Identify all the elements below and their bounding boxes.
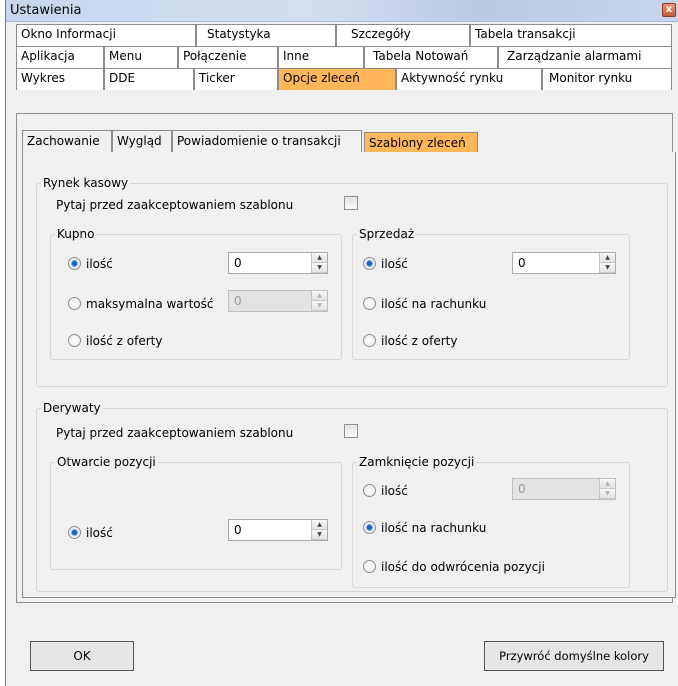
buy-qty-label: ilość — [86, 257, 113, 271]
buy-qty-arrows[interactable]: ▲ ▼ — [311, 253, 327, 273]
buy-offer-label: ilość z oferty — [86, 334, 163, 348]
chevron-up-icon[interactable]: ▲ — [600, 253, 615, 263]
restore-defaults-button[interactable]: Przywróć domyślne kolory — [484, 641, 664, 671]
sell-qty-stepper[interactable]: 0 ▲ ▼ — [512, 252, 616, 274]
buy-max-label: maksymalna wartość — [86, 297, 214, 311]
buy-title: Kupno — [55, 227, 97, 241]
buy-max-arrows: ▲ ▼ — [311, 291, 327, 311]
deriv-confirm-checkbox[interactable] — [344, 424, 358, 438]
tab-polaczenie[interactable]: Połączenie — [178, 46, 278, 68]
sell-account-label: ilość na rachunku — [381, 297, 487, 311]
tab-statystyka[interactable]: Statystyka — [196, 24, 336, 46]
tab-dde[interactable]: DDE — [104, 68, 194, 90]
tab-row-2: Aplikacja Menu Połączenie Inne Tabela No… — [16, 46, 672, 68]
tab-tabela-transakcji[interactable]: Tabela transakcji — [470, 24, 672, 46]
tab-opcje-zlecen[interactable]: Opcje zleceń — [278, 68, 396, 90]
chevron-up-icon: ▲ — [312, 291, 327, 301]
buy-qty-stepper[interactable]: 0 ▲ ▼ — [228, 252, 328, 274]
buy-max-value: 0 — [234, 294, 242, 308]
chevron-down-icon: ▼ — [312, 301, 327, 311]
deriv-confirm-label: Pytaj przed zaakceptowaniem szablonu — [56, 426, 294, 440]
close-qty-stepper: 0 ▲ ▼ — [512, 478, 616, 500]
tab-zarzadzanie-alarmami[interactable]: Zarządzanie alarmami — [498, 46, 672, 68]
open-qty-label: ilość — [86, 526, 113, 540]
tab-aktywnosc-rynku[interactable]: Aktywność rynku — [396, 68, 542, 90]
sell-account-radio[interactable] — [363, 297, 376, 310]
tab-ticker[interactable]: Ticker — [194, 68, 278, 90]
tab-row-1: Okno Informacji Statystyka Szczegóły Tab… — [16, 24, 672, 46]
close-position-title: Zamknięcie pozycji — [357, 455, 477, 469]
open-position-group: Otwarcie pozycji — [50, 455, 342, 570]
cash-confirm-label: Pytaj przed zaakceptowaniem szablonu — [56, 198, 294, 212]
chevron-up-icon: ▲ — [600, 479, 615, 489]
chevron-up-icon[interactable]: ▲ — [312, 520, 327, 530]
tab-inne[interactable]: Inne — [278, 46, 364, 68]
chevron-down-icon[interactable]: ▼ — [600, 263, 615, 273]
derivatives-title: Derywaty — [41, 401, 103, 415]
close-qty-arrows: ▲ ▼ — [599, 479, 615, 499]
buy-qty-value: 0 — [234, 256, 242, 270]
cash-confirm-checkbox[interactable] — [344, 196, 358, 210]
buy-max-stepper: 0 ▲ ▼ — [228, 290, 328, 312]
tab-monitor-rynku[interactable]: Monitor rynku — [542, 68, 672, 90]
sell-qty-value: 0 — [518, 256, 526, 270]
close-reverse-label: ilość do odwrócenia pozycji — [381, 560, 545, 574]
open-position-title: Otwarcie pozycji — [55, 455, 158, 469]
chevron-down-icon: ▼ — [600, 489, 615, 499]
open-qty-stepper[interactable]: 0 ▲ ▼ — [228, 519, 328, 541]
open-qty-radio[interactable] — [68, 526, 81, 539]
sell-offer-label: ilość z oferty — [381, 334, 458, 348]
tab-aplikacja[interactable]: Aplikacja — [16, 46, 104, 68]
subtab-zachowanie[interactable]: Zachowanie — [22, 130, 112, 152]
open-qty-arrows[interactable]: ▲ ▼ — [311, 520, 327, 540]
open-qty-value: 0 — [234, 523, 242, 537]
cash-market-title: Rynek kasowy — [41, 176, 131, 190]
subtab-wyglad[interactable]: Wygląd — [112, 130, 172, 152]
tab-wykres[interactable]: Wykres — [16, 68, 104, 90]
close-account-radio[interactable] — [363, 521, 376, 534]
chevron-down-icon[interactable]: ▼ — [312, 530, 327, 540]
chevron-down-icon[interactable]: ▼ — [312, 263, 327, 273]
close-reverse-radio[interactable] — [363, 560, 376, 573]
tab-szczegoly[interactable]: Szczegóły — [336, 24, 470, 46]
buy-qty-radio[interactable] — [68, 257, 81, 270]
sell-qty-radio[interactable] — [363, 257, 376, 270]
tab-row-3: Wykres DDE Ticker Opcje zleceń Aktywność… — [16, 68, 672, 90]
tab-okno-informacji[interactable]: Okno Informacji — [16, 24, 196, 46]
tab-tabela-notowan[interactable]: Tabela Notowań — [364, 46, 498, 68]
sell-offer-radio[interactable] — [363, 334, 376, 347]
chevron-up-icon[interactable]: ▲ — [312, 253, 327, 263]
sell-qty-arrows[interactable]: ▲ ▼ — [599, 253, 615, 273]
close-qty-value: 0 — [518, 482, 526, 496]
buy-offer-radio[interactable] — [68, 334, 81, 347]
window-title: Ustawienia — [10, 3, 82, 18]
sell-title: Sprzedaż — [357, 227, 417, 241]
close-icon[interactable]: x — [662, 3, 676, 17]
sell-qty-label: ilość — [381, 257, 408, 271]
close-account-label: ilość na rachunku — [381, 521, 487, 535]
tab-menu[interactable]: Menu — [104, 46, 178, 68]
ok-button[interactable]: OK — [30, 641, 134, 671]
subtab-powiadomienie[interactable]: Powiadomienie o transakcji — [172, 130, 362, 152]
title-bar: Ustawienia x — [6, 0, 678, 22]
buy-max-radio[interactable] — [68, 297, 81, 310]
close-qty-radio[interactable] — [363, 484, 376, 497]
close-qty-label: ilość — [381, 484, 408, 498]
